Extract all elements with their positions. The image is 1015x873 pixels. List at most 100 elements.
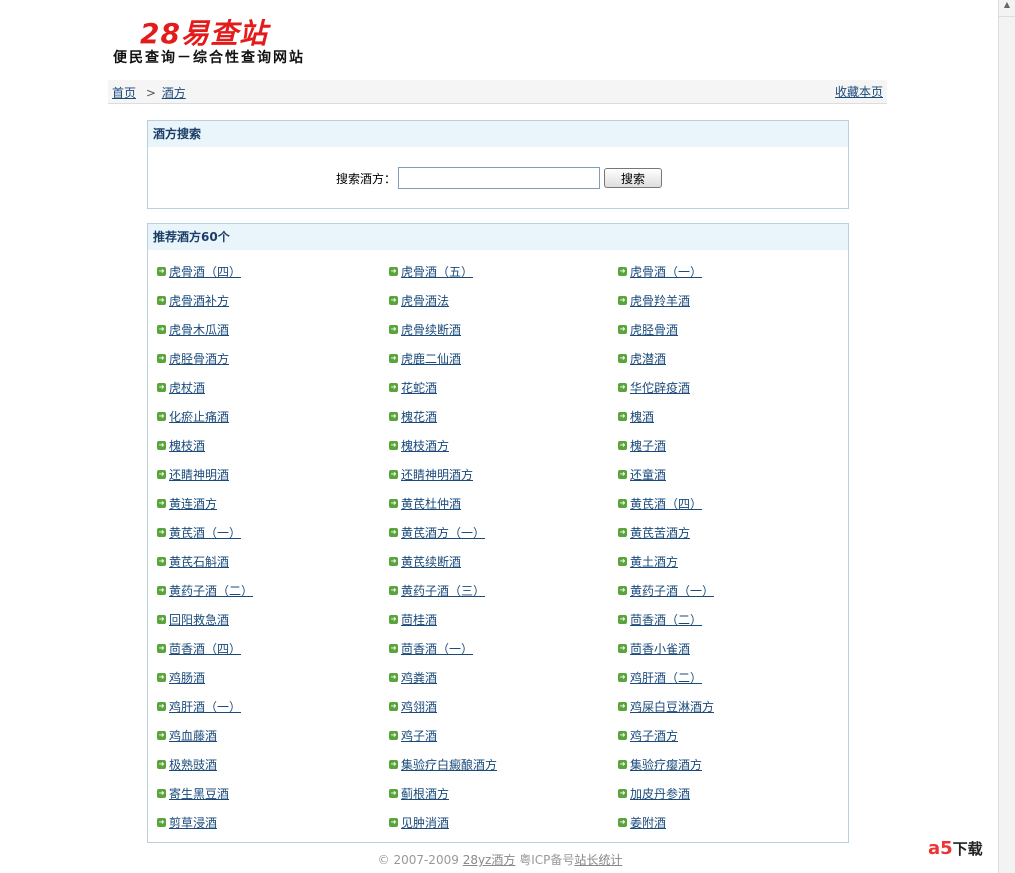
- recipe-link[interactable]: 茴香酒（一）: [401, 640, 473, 657]
- list-item: ➜ 茴香酒（二）: [618, 610, 838, 628]
- recipe-link[interactable]: 虎骨酒法: [401, 292, 449, 309]
- recipe-link[interactable]: 还睛神明酒方: [401, 466, 473, 483]
- arrow-icon: ➜: [389, 440, 398, 450]
- recipe-link[interactable]: 极熟豉酒: [169, 756, 217, 773]
- stats-link[interactable]: 站长统计: [574, 853, 622, 867]
- recipe-link[interactable]: 花蛇酒: [401, 379, 437, 396]
- recipe-link[interactable]: 黄药子酒（三）: [401, 582, 485, 599]
- recipe-link[interactable]: 鸡肠酒: [169, 669, 205, 686]
- vertical-scrollbar[interactable]: ▲: [998, 0, 1015, 873]
- arrow-icon: ➜: [618, 295, 627, 305]
- recipe-link[interactable]: 还童酒: [630, 466, 666, 483]
- recipe-link[interactable]: 鸡肝酒（一）: [169, 698, 241, 715]
- arrow-icon: ➜: [157, 382, 166, 392]
- recipe-link[interactable]: 黄药子酒（一）: [630, 582, 714, 599]
- recipe-link[interactable]: 茴香小雀酒: [630, 640, 690, 657]
- recipe-link[interactable]: 虎杖酒: [169, 379, 205, 396]
- recipe-link[interactable]: 黄芪续断酒: [401, 553, 461, 570]
- breadcrumb-current[interactable]: 酒方: [162, 86, 186, 100]
- watermark-text: 下载: [952, 840, 983, 858]
- list-item: ➜ 黄芪酒（四）: [618, 494, 838, 512]
- recipe-link[interactable]: 槐花酒: [401, 408, 437, 425]
- recipe-link[interactable]: 华佗辟疫酒: [630, 379, 690, 396]
- list-item: ➜ 鸡子酒方: [618, 726, 838, 744]
- recipe-link[interactable]: 黄芪石斛酒: [169, 553, 229, 570]
- footer-site-link[interactable]: 28yz酒方: [463, 853, 516, 867]
- arrow-icon: ➜: [389, 759, 398, 769]
- recipe-link[interactable]: 集验疗瘿酒方: [630, 756, 702, 773]
- recipe-link[interactable]: 槐酒: [630, 408, 654, 425]
- list-item: ➜ 虎杖酒: [157, 378, 389, 396]
- recipe-link[interactable]: 鸡子酒: [401, 727, 437, 744]
- recipe-link[interactable]: 虎骨酒补方: [169, 292, 229, 309]
- recipe-link[interactable]: 虎骨续断酒: [401, 321, 461, 338]
- recipe-link[interactable]: 茴香酒（四）: [169, 640, 241, 657]
- recipe-link[interactable]: 黄连酒方: [169, 495, 217, 512]
- search-button[interactable]: 搜索: [604, 168, 663, 188]
- recipe-link[interactable]: 加皮丹参酒: [630, 785, 690, 802]
- recipe-link[interactable]: 还睛神明酒: [169, 466, 229, 483]
- recipe-link[interactable]: 虎骨羚羊酒: [630, 292, 690, 309]
- recipe-link[interactable]: 黄芪酒（四）: [630, 495, 702, 512]
- list-item: ➜ 鸡肠酒: [157, 668, 389, 686]
- recipe-link[interactable]: 黄芪酒方（一）: [401, 524, 485, 541]
- recipe-link[interactable]: 虎骨酒（一）: [630, 263, 702, 280]
- recipe-link[interactable]: 寄生黑豆酒: [169, 785, 229, 802]
- recipe-link[interactable]: 黄芪杜仲酒: [401, 495, 461, 512]
- recipe-link[interactable]: 鸡肝酒（二）: [630, 669, 702, 686]
- recipe-link[interactable]: 虎潜酒: [630, 350, 666, 367]
- recipe-link[interactable]: 蓟根酒方: [401, 785, 449, 802]
- recipe-link[interactable]: 黄土酒方: [630, 553, 678, 570]
- arrow-icon: ➜: [157, 527, 166, 537]
- recipe-link[interactable]: 虎胫骨酒: [630, 321, 678, 338]
- bookmark-link[interactable]: 收藏本页: [835, 83, 883, 100]
- recipe-link[interactable]: 化瘀止痛酒: [169, 408, 229, 425]
- arrow-icon: ➜: [157, 759, 166, 769]
- list-item: ➜ 剪草浸酒: [157, 813, 389, 831]
- arrow-icon: ➜: [157, 614, 166, 624]
- arrow-icon: ➜: [389, 382, 398, 392]
- list-item: ➜ 蓟根酒方: [389, 784, 618, 802]
- list-item: ➜ 虎骨羚羊酒: [618, 291, 838, 309]
- recipe-list: ➜ 虎骨酒（四） ➜ 虎骨酒（五） ➜ 虎骨酒（一） ➜ 虎骨酒补方 ➜ 虎骨酒法 ➜ 虎骨羚羊酒 ➜ 虎…: [157, 262, 838, 831]
- recipe-link[interactable]: 回阳救急酒: [169, 611, 229, 628]
- recipe-link[interactable]: 槐枝酒: [169, 437, 205, 454]
- arrow-icon: ➜: [157, 295, 166, 305]
- list-item: ➜ 黄药子酒（二）: [157, 581, 389, 599]
- arrow-icon: ➜: [157, 643, 166, 653]
- recipe-link[interactable]: 鸡屎白豆淋酒方: [630, 698, 714, 715]
- recipe-link[interactable]: 见肿消酒: [401, 814, 449, 831]
- recipe-link[interactable]: 茴香酒（二）: [630, 611, 702, 628]
- list-item: ➜ 黄连酒方: [157, 494, 389, 512]
- recipe-link[interactable]: 茴桂酒: [401, 611, 437, 628]
- search-input[interactable]: [398, 167, 601, 189]
- recipe-link[interactable]: 虎胫骨酒方: [169, 350, 229, 367]
- recipe-link[interactable]: 虎鹿二仙酒: [401, 350, 461, 367]
- recipe-link[interactable]: 槐枝酒方: [401, 437, 449, 454]
- recipe-link[interactable]: 槐子酒: [630, 437, 666, 454]
- recommended-panel: 推荐酒方60个 ➜ 虎骨酒（四） ➜ 虎骨酒（五） ➜ 虎骨酒（一） ➜ 虎骨酒补方 ➜ 虎骨酒法…: [147, 223, 849, 843]
- list-item: ➜ 鸡血藤酒: [157, 726, 389, 744]
- list-item: ➜ 集验疗白癜酿酒方: [389, 755, 618, 773]
- recipe-link[interactable]: 虎骨木瓜酒: [169, 321, 229, 338]
- scroll-up-icon[interactable]: ▲: [999, 0, 1015, 17]
- list-item: ➜ 鸡屎白豆淋酒方: [618, 697, 838, 715]
- recipe-link[interactable]: 集验疗白癜酿酒方: [401, 756, 497, 773]
- recipe-link[interactable]: 鸡翎酒: [401, 698, 437, 715]
- arrow-icon: ➜: [157, 469, 166, 479]
- site-logo[interactable]: 28易查站: [140, 12, 268, 52]
- arrow-icon: ➜: [618, 469, 627, 479]
- recipe-link[interactable]: 虎骨酒（五）: [401, 263, 473, 280]
- recipe-link[interactable]: 鸡粪酒: [401, 669, 437, 686]
- breadcrumb-home[interactable]: 首页: [112, 86, 136, 100]
- recipe-link[interactable]: 鸡子酒方: [630, 727, 678, 744]
- list-item: ➜ 集验疗瘿酒方: [618, 755, 838, 773]
- recipe-link[interactable]: 黄药子酒（二）: [169, 582, 253, 599]
- recipe-link[interactable]: 黄芪苦酒方: [630, 524, 690, 541]
- recipe-link[interactable]: 姜附酒: [630, 814, 666, 831]
- recipe-link[interactable]: 黄芪酒（一）: [169, 524, 241, 541]
- recipe-link[interactable]: 鸡血藤酒: [169, 727, 217, 744]
- recipe-link[interactable]: 虎骨酒（四）: [169, 263, 241, 280]
- recipe-link[interactable]: 剪草浸酒: [169, 814, 217, 831]
- list-item: ➜ 还睛神明酒方: [389, 465, 618, 483]
